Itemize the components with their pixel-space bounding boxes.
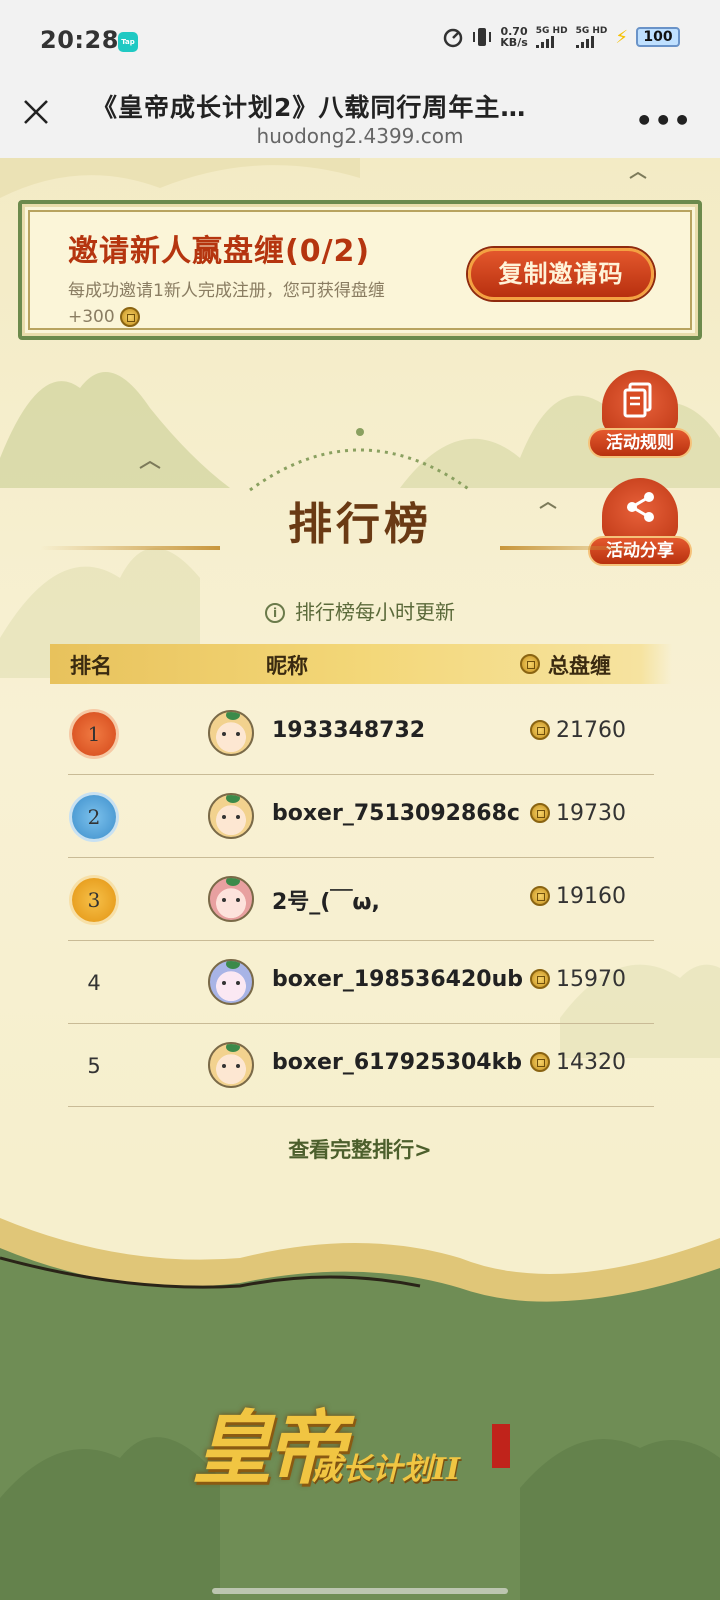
- signal-bars-icon: [575, 36, 594, 48]
- view-full-ranking-link[interactable]: 查看完整排行>: [0, 1134, 720, 1164]
- invite-description: 每成功邀请1新人完成注册，您可获得盘缠 +300: [68, 278, 438, 330]
- page-url: huodong2.4399.com: [256, 124, 464, 148]
- avatar: [208, 710, 254, 756]
- rank-number: 4: [87, 971, 101, 995]
- coin-icon: [520, 654, 540, 674]
- coin-icon: [530, 969, 550, 989]
- signal-sim2: 5G HD: [575, 26, 608, 48]
- speed-unit: KB/s: [500, 36, 528, 49]
- gesture-home-bar[interactable]: [212, 1588, 508, 1594]
- status-bar: 20:28 Tap 0.70 KB/s 5G HD 5G HD ⚡ 100: [0, 0, 720, 80]
- coin-icon: [120, 307, 141, 327]
- logo-seal: [492, 1424, 510, 1468]
- sim1-label: 5G HD: [535, 26, 568, 36]
- speed-gauge-icon: [444, 28, 463, 48]
- sim2-label: 5G HD: [575, 26, 608, 36]
- invite-panel: 邀请新人赢盘缠(0/2) 每成功邀请1新人完成注册，您可获得盘缠 +300 复制…: [18, 200, 702, 340]
- player-nickname: 1933348732: [272, 718, 426, 743]
- page-title: 《皇帝成长计划2》八载同行周年主…: [92, 93, 527, 122]
- col-total: 总盘缠: [548, 654, 611, 678]
- player-score: 19160: [530, 884, 626, 909]
- update-note: i 排行榜每小时更新: [0, 596, 720, 625]
- signal-bars-icon: [535, 36, 554, 48]
- col-nickname: 昵称: [266, 654, 308, 678]
- info-icon: i: [265, 603, 285, 623]
- rank-medal-orange: 3: [72, 878, 116, 922]
- activity-rules-button[interactable]: 活动规则: [588, 370, 692, 460]
- footer: 皇帝 成长计划II: [0, 1198, 720, 1600]
- player-nickname: boxer_198536420ub: [272, 967, 524, 992]
- taptap-app-icon: Tap: [118, 32, 138, 52]
- player-score: 21760: [530, 718, 626, 743]
- system-indicators: 0.70 KB/s 5G HD 5G HD ⚡ 100: [442, 26, 680, 48]
- rank-medal-blue: 2: [72, 795, 116, 839]
- invite-title: 邀请新人赢盘缠(0/2): [68, 234, 371, 269]
- rank-medal-gold: 1: [72, 712, 116, 756]
- network-speed: 0.70 KB/s: [500, 26, 527, 48]
- table-row: 5 boxer_617925304kb 14320: [68, 1024, 654, 1107]
- signal-sim1: 5G HD: [535, 26, 568, 48]
- battery-indicator: 100: [636, 27, 680, 47]
- invite-desc-text: 每成功邀请1新人完成注册，您可获得盘缠: [68, 281, 385, 301]
- player-score: 14320: [530, 1050, 626, 1075]
- score-value: 14320: [556, 1050, 626, 1075]
- vibrate-icon: [473, 28, 492, 46]
- close-icon[interactable]: [22, 98, 50, 126]
- ranking-table-header: 排名 昵称 总盘缠: [50, 644, 672, 684]
- rank-number: 5: [87, 1054, 101, 1078]
- update-note-text: 排行榜每小时更新: [295, 600, 455, 624]
- invite-reward-amount: +300: [68, 307, 115, 327]
- score-value: 21760: [556, 718, 626, 743]
- player-score: 15970: [530, 967, 626, 992]
- table-row: 3 2号_(￣ω, 19160: [68, 858, 654, 941]
- avatar: [208, 1042, 254, 1088]
- avatar: [208, 793, 254, 839]
- avatar: [208, 876, 254, 922]
- more-menu-icon[interactable]: •••: [635, 104, 692, 137]
- title-ornament-right: [500, 546, 650, 550]
- clock: 20:28: [40, 26, 119, 54]
- col-rank: 排名: [70, 654, 112, 678]
- coin-icon: [530, 803, 550, 823]
- rules-label: 活动规则: [588, 428, 692, 458]
- browser-header: 《皇帝成长计划2》八载同行周年主… huodong2.4399.com •••: [0, 80, 720, 158]
- player-nickname: 2号_(￣ω,: [272, 890, 380, 915]
- coin-icon: [530, 1052, 550, 1072]
- ranking-title-text: 排行榜: [288, 499, 432, 550]
- table-row: 1 1933348732 21760: [68, 692, 654, 775]
- avatar: [208, 959, 254, 1005]
- ranking-title: 排行榜: [0, 488, 720, 552]
- table-row: 4 boxer_198536420ub 15970: [68, 941, 654, 1024]
- coin-icon: [530, 886, 550, 906]
- charging-icon: ⚡: [615, 26, 628, 48]
- player-score: 19730: [530, 801, 626, 826]
- copy-invite-code-button[interactable]: 复制邀请码: [468, 248, 654, 300]
- score-value: 15970: [556, 967, 626, 992]
- event-page: 邀请新人赢盘缠(0/2) 每成功邀请1新人完成注册，您可获得盘缠 +300 复制…: [0, 158, 720, 1600]
- document-icon: [623, 382, 652, 418]
- score-value: 19730: [556, 801, 626, 826]
- logo-sub-text: 成长计划II: [312, 1452, 461, 1487]
- player-nickname: boxer_617925304kb: [272, 1050, 522, 1075]
- game-logo: 皇帝 成长计划II: [192, 1384, 510, 1500]
- table-row: 2 boxer_7513092868c 19730: [68, 775, 654, 858]
- title-ornament-left: [40, 546, 220, 550]
- player-nickname: boxer_7513092868c: [272, 801, 520, 826]
- coin-icon: [530, 720, 550, 740]
- score-value: 19160: [556, 884, 626, 909]
